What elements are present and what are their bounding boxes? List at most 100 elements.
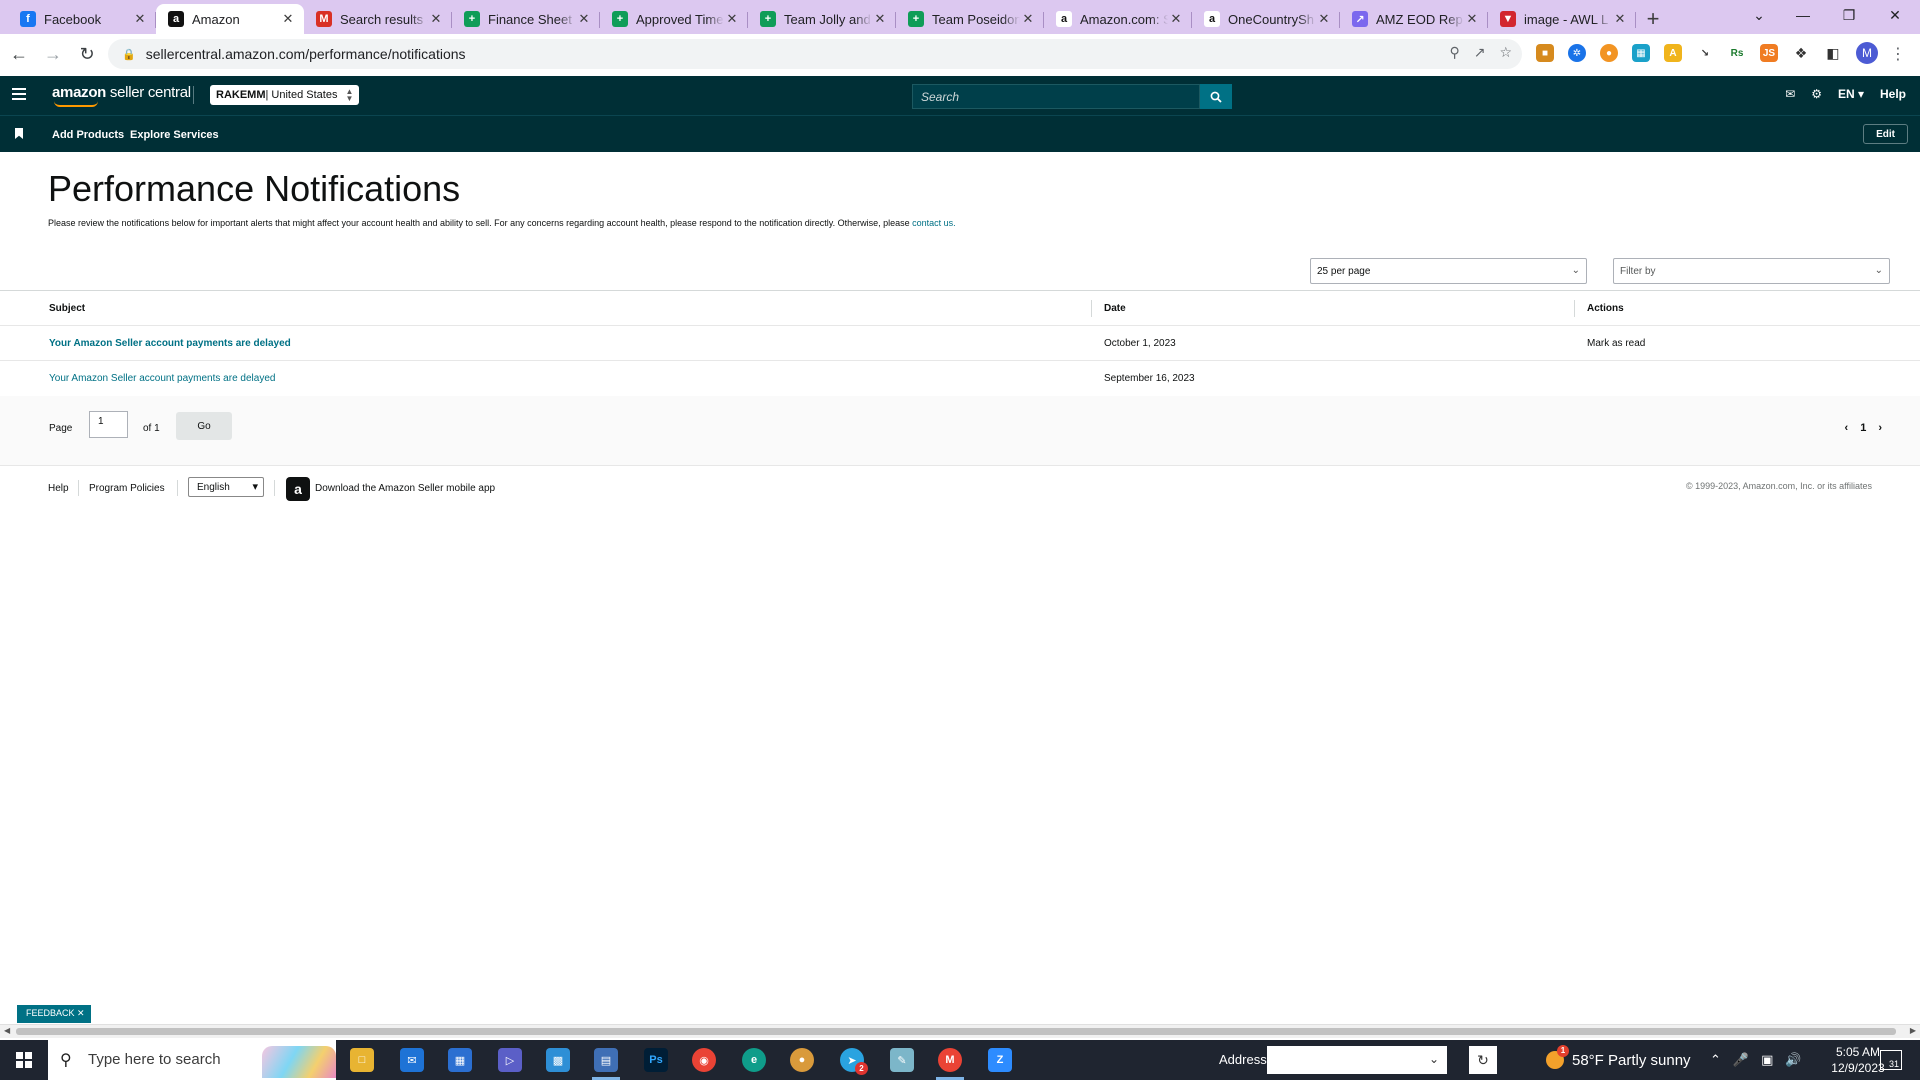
mark-as-read-link[interactable]: Mark as read (1587, 338, 1645, 349)
address-bar[interactable]: 🔒 sellercentral.amazon.com/performance/n… (108, 39, 1522, 69)
messages-icon[interactable]: ✉ (1785, 87, 1795, 101)
settings-gear-icon[interactable]: ⚙ (1811, 87, 1822, 101)
extension-icon-2[interactable]: ✲ (1568, 44, 1586, 62)
zoom-icon[interactable]: ⚲ (1449, 44, 1459, 61)
search-input[interactable]: Search (912, 84, 1200, 109)
close-window-button[interactable]: ✕ (1872, 0, 1918, 30)
close-tab-icon[interactable]: ✕ (1168, 11, 1184, 27)
browser-tab[interactable]: + Team Jolly and ✕ (748, 4, 896, 34)
close-tab-icon[interactable]: ✕ (280, 11, 296, 27)
help-link[interactable]: Help (1880, 87, 1906, 101)
close-icon[interactable]: ✕ (77, 1008, 85, 1018)
mail-icon[interactable]: ✉ (400, 1048, 424, 1072)
forward-button[interactable]: → (38, 40, 68, 70)
edit-nav-button[interactable]: Edit (1863, 124, 1908, 144)
extension-icon-4[interactable]: ▦ (1632, 44, 1650, 62)
next-page-chevron-icon[interactable]: › (1878, 422, 1882, 434)
network-icon[interactable]: ▣ (1761, 1052, 1773, 1068)
column-header-subject[interactable]: Subject (49, 303, 85, 314)
profile-avatar[interactable]: M (1856, 42, 1878, 64)
minimize-button[interactable]: — (1780, 0, 1826, 30)
contact-us-link[interactable]: contact us. (912, 218, 956, 228)
column-header-date[interactable]: Date (1104, 303, 1126, 314)
close-tab-icon[interactable]: ✕ (872, 11, 888, 27)
browser-tab[interactable]: + Approved Time ✕ (600, 4, 748, 34)
browser-tab[interactable]: ↗ AMZ EOD Rep ✕ (1340, 4, 1488, 34)
footer-program-policies-link[interactable]: Program Policies (89, 483, 165, 494)
taskbar-search-box[interactable]: ⚲ Type here to search (48, 1040, 336, 1080)
close-tab-icon[interactable]: ✕ (1612, 11, 1628, 27)
close-tab-icon[interactable]: ✕ (1020, 11, 1036, 27)
browser-tab[interactable]: f Facebook ✕ (8, 4, 156, 34)
browser-tab[interactable]: M Search results - ✕ (304, 4, 452, 34)
scrollbar-thumb[interactable] (16, 1028, 1896, 1035)
calculator-icon[interactable]: ▤ (594, 1048, 618, 1072)
address-refresh-icon[interactable]: ↻ (1469, 1046, 1497, 1074)
power-automate-icon[interactable]: ▷ (498, 1048, 522, 1072)
previous-page-chevron-icon[interactable]: ‹ (1845, 422, 1849, 434)
app-icon[interactable]: ▩ (546, 1048, 570, 1072)
extensions-puzzle-icon[interactable]: ❖ (1792, 44, 1810, 62)
photoshop-icon[interactable]: Ps (644, 1048, 668, 1072)
close-tab-icon[interactable]: ✕ (428, 11, 444, 27)
chevron-down-icon[interactable]: ⌄ (1429, 1052, 1439, 1066)
bookmark-icon[interactable] (15, 128, 23, 139)
chrome-profile-icon[interactable]: M (938, 1048, 962, 1072)
amazon-seller-app-icon[interactable]: a (286, 477, 310, 501)
scroll-right-arrow-icon[interactable]: ▶ (1910, 1026, 1916, 1035)
extension-icon-6[interactable]: ↘ (1696, 44, 1714, 62)
browser-tab[interactable]: a Amazon.com: S ✕ (1044, 4, 1192, 34)
nav-explore-services[interactable]: Explore Services (130, 129, 219, 141)
new-tab-button[interactable]: + (1636, 4, 1670, 34)
search-button[interactable] (1200, 84, 1232, 109)
windows-start-icon[interactable] (16, 1052, 32, 1068)
app-icon[interactable]: ✎ (890, 1048, 914, 1072)
per-page-select[interactable]: 25 per page ⌄ (1310, 258, 1587, 284)
edge-icon[interactable]: e (742, 1048, 766, 1072)
feedback-button[interactable]: FEEDBACK ✕ (17, 1005, 91, 1023)
current-page-number[interactable]: 1 (1860, 422, 1866, 434)
address-toolbar-input[interactable]: ⌄ (1267, 1046, 1447, 1074)
close-tab-icon[interactable]: ✕ (1316, 11, 1332, 27)
close-tab-icon[interactable]: ✕ (724, 11, 740, 27)
footer-help-link[interactable]: Help (48, 483, 69, 494)
browser-tab[interactable]: + Finance Sheet - ✕ (452, 4, 600, 34)
browser-tab[interactable]: a Amazon ✕ (156, 4, 304, 34)
store-icon[interactable]: ▦ (448, 1048, 472, 1072)
go-button[interactable]: Go (176, 412, 232, 440)
show-hidden-icons-chevron-icon[interactable]: ⌃ (1710, 1052, 1721, 1068)
footer-language-select[interactable]: English ▾ (188, 477, 264, 497)
nav-add-products[interactable]: Add Products (52, 129, 124, 141)
page-number-input[interactable]: 1 (89, 411, 128, 438)
share-icon[interactable]: ↗ (1474, 44, 1486, 61)
close-tab-icon[interactable]: ✕ (1464, 11, 1480, 27)
extension-icon-8[interactable]: JS (1760, 44, 1778, 62)
browser-tab[interactable]: + Team Poseidon ✕ (896, 4, 1044, 34)
tab-search-icon[interactable]: ⌄ (1736, 0, 1782, 30)
close-tab-icon[interactable]: ✕ (132, 11, 148, 27)
chrome-icon[interactable]: ◉ (692, 1048, 716, 1072)
reload-button[interactable]: ↻ (72, 40, 102, 70)
zoom-app-icon[interactable]: Z (988, 1048, 1012, 1072)
download-app-link[interactable]: Download the Amazon Seller mobile app (315, 483, 495, 494)
browser-tab[interactable]: ▼ image - AWL L ✕ (1488, 4, 1636, 34)
seller-central-logo[interactable]: amazon seller central (52, 84, 191, 107)
volume-icon[interactable]: 🔊 (1785, 1052, 1801, 1068)
horizontal-scrollbar[interactable]: ◀ ▶ (0, 1024, 1920, 1038)
app-icon[interactable]: ● (790, 1048, 814, 1072)
side-panel-icon[interactable]: ◧ (1824, 44, 1842, 62)
notification-subject-link[interactable]: Your Amazon Seller account payments are … (49, 338, 291, 349)
extension-icon-5[interactable]: A (1664, 44, 1682, 62)
close-tab-icon[interactable]: ✕ (576, 11, 592, 27)
browser-tab[interactable]: a OneCountrySh ✕ (1192, 4, 1340, 34)
filter-select[interactable]: Filter by ⌄ (1613, 258, 1890, 284)
extension-icon-1[interactable]: ■ (1536, 44, 1554, 62)
back-button[interactable]: ← (4, 40, 34, 70)
notification-center-icon[interactable]: 31 (1880, 1050, 1902, 1070)
notification-subject-link[interactable]: Your Amazon Seller account payments are … (49, 373, 275, 384)
extension-icon-3[interactable]: ● (1600, 44, 1618, 62)
file-explorer-icon[interactable]: □ (350, 1048, 374, 1072)
microphone-icon[interactable]: 🎤 (1733, 1052, 1749, 1068)
restore-button[interactable]: ❐ (1826, 0, 1872, 30)
extension-icon-7[interactable]: Rs (1728, 44, 1746, 62)
